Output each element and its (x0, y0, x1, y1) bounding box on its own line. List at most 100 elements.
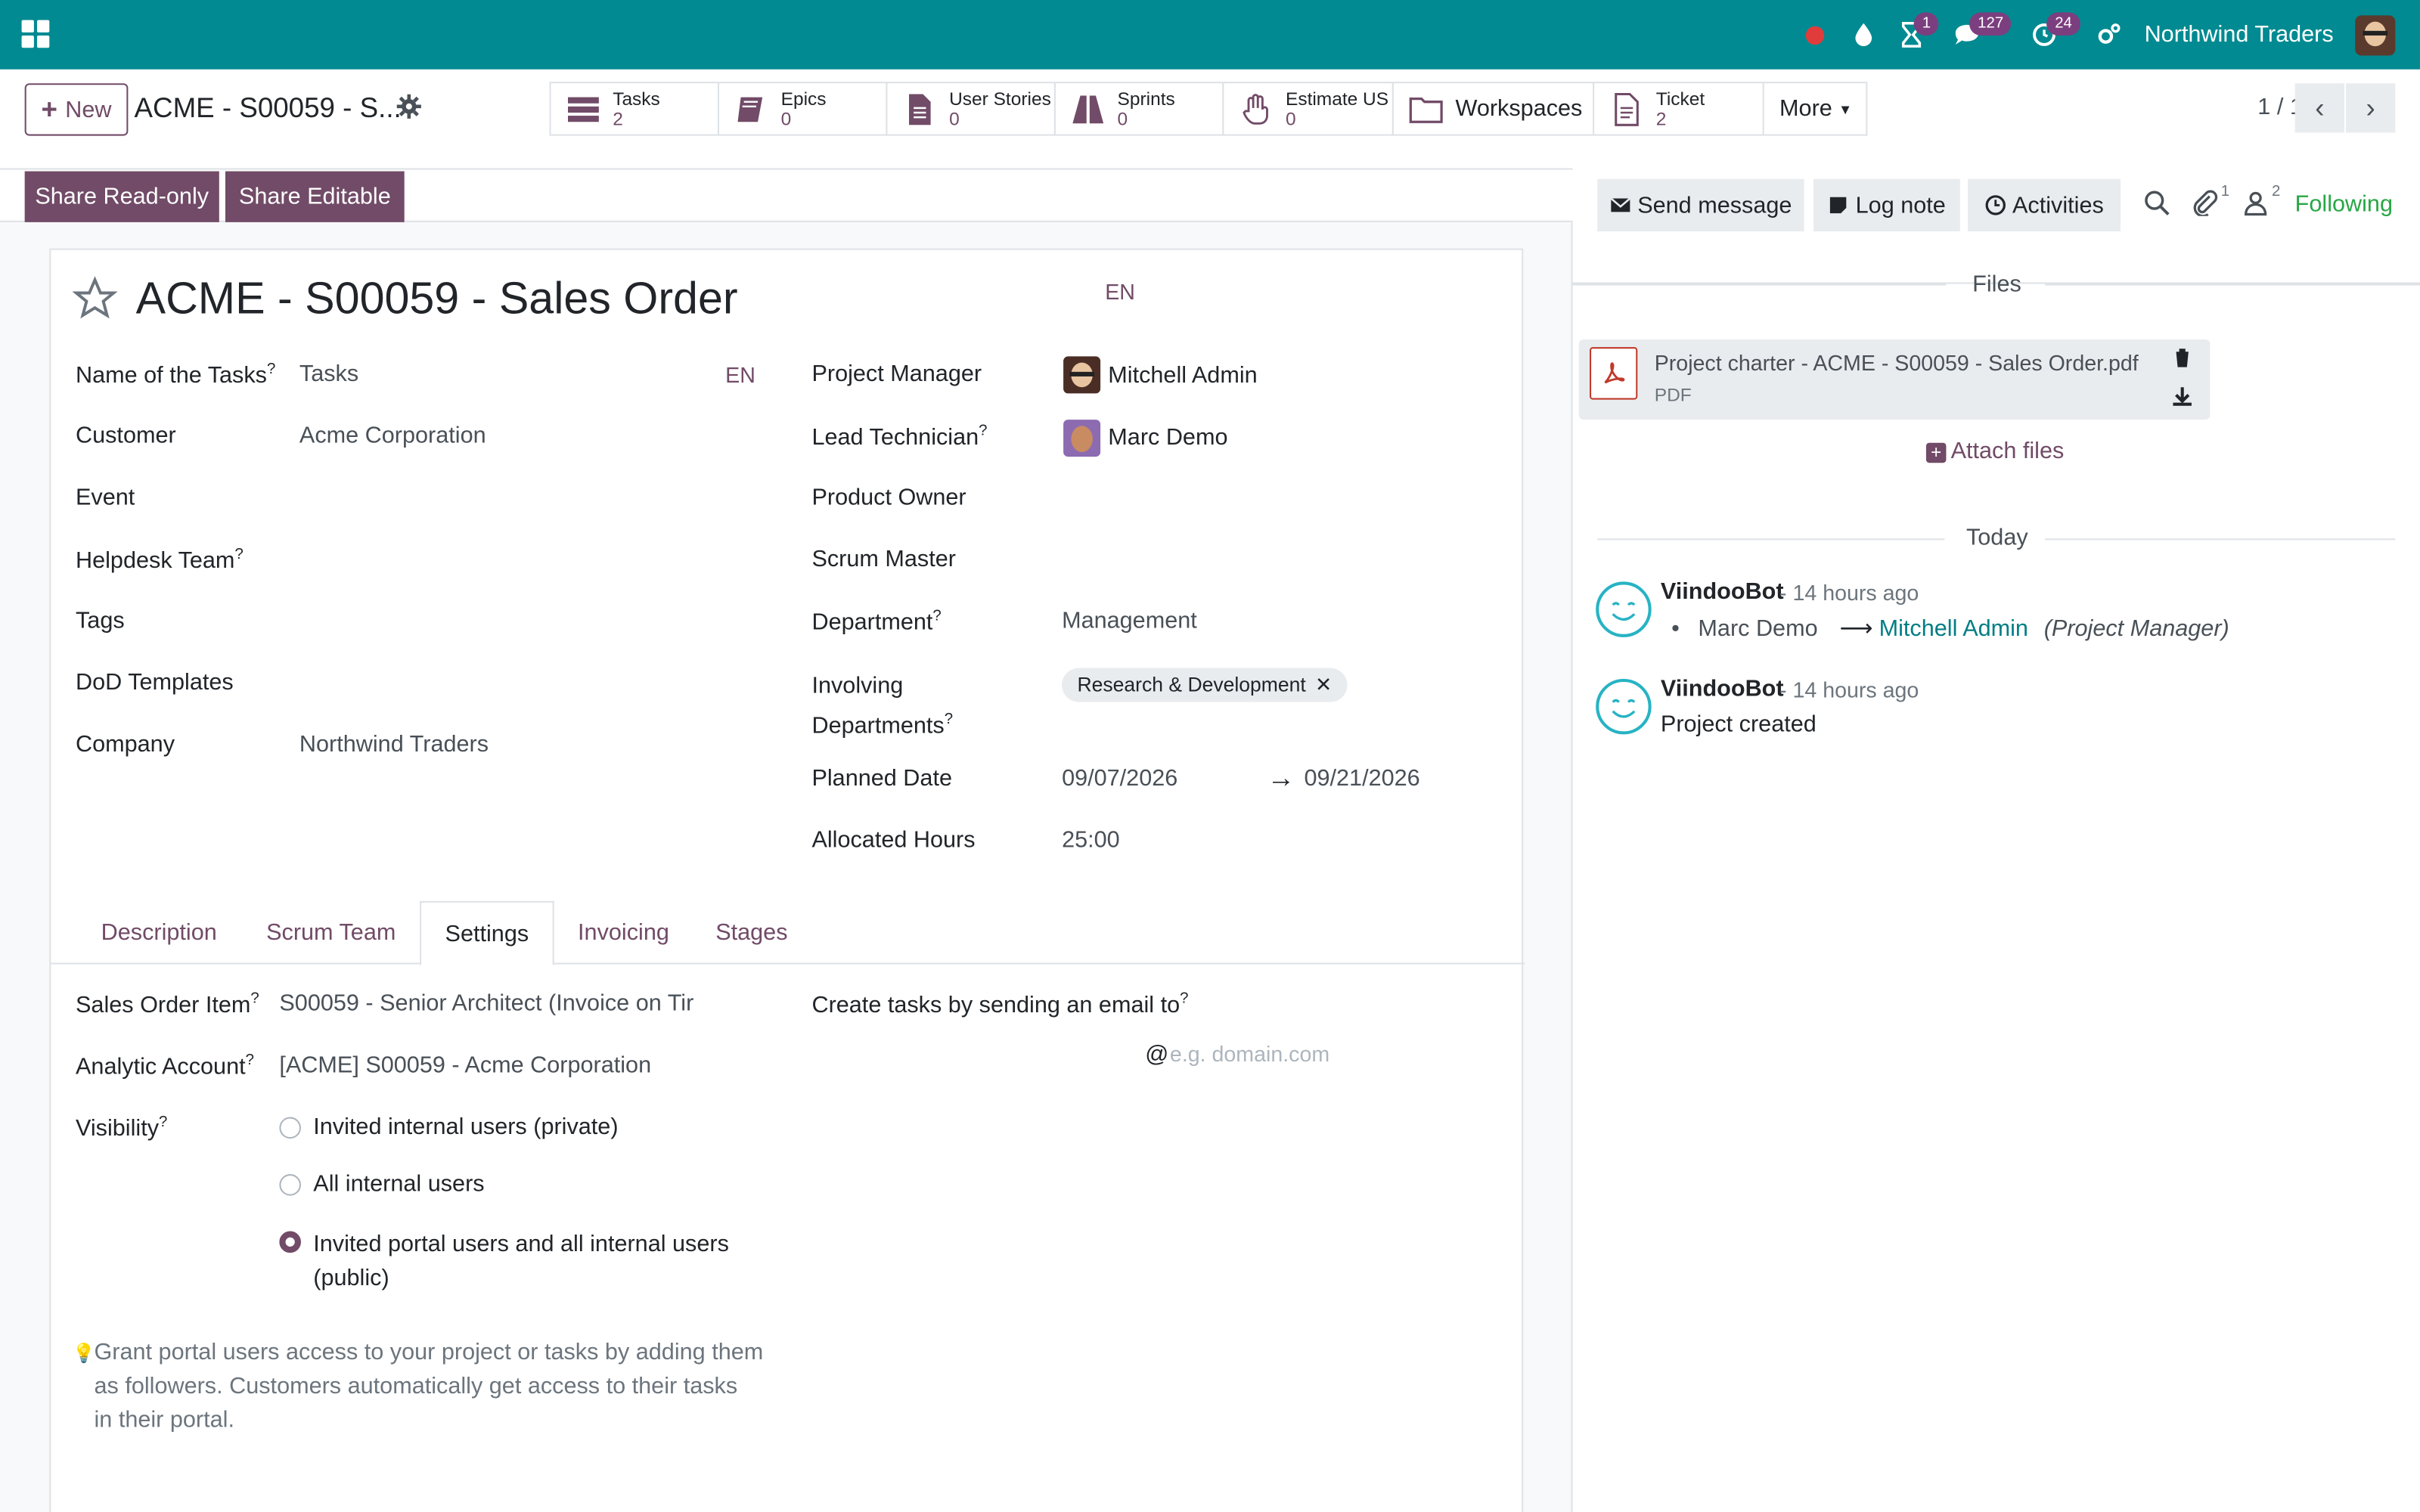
send-message-button[interactable]: Send message (1597, 178, 1804, 232)
tasks-smart-button[interactable]: Tasks 2 (549, 82, 720, 136)
following-button[interactable]: Following (2295, 191, 2393, 218)
lead-technician-label: Lead Technician? (811, 423, 988, 451)
user-avatar[interactable] (2355, 14, 2396, 55)
visibility-public-radio[interactable] (279, 1231, 301, 1253)
workspaces-label: Workspaces (1455, 95, 1583, 122)
sales-order-item-field[interactable]: S00059 - Senior Architect (Invoice on Ti… (279, 990, 693, 1017)
drop-button[interactable] (1841, 0, 1887, 70)
tab-invoicing[interactable]: Invoicing (554, 901, 693, 965)
planned-date-label: Planned Date (811, 765, 952, 792)
project-title[interactable]: ACME - S00059 - Sales Order (136, 274, 738, 325)
event-field[interactable] (299, 485, 747, 516)
attachment-card[interactable]: Project charter - ACME - S00059 - Sales … (1578, 339, 2211, 420)
apps-menu-icon[interactable] (21, 20, 50, 48)
top-navbar: 1 127 24 Northwind Traders (0, 0, 2420, 70)
breadcrumb[interactable]: ACME - S00059 - S... (135, 92, 402, 125)
user-stories-smart-button[interactable]: User Stories 0 (886, 82, 1056, 136)
allocated-hours-field[interactable]: 25:00 (1062, 827, 1120, 854)
message-author[interactable]: ViindooBot (1661, 676, 1784, 702)
settings-button[interactable] (2086, 0, 2132, 70)
gear-icon[interactable] (395, 92, 423, 120)
message-author[interactable]: ViindooBot (1661, 578, 1784, 605)
company-field[interactable]: Northwind Traders (299, 731, 489, 758)
title-lang-button[interactable]: EN (1105, 279, 1135, 304)
activities-button[interactable]: Activities (1968, 178, 2121, 232)
share-editable-button[interactable]: Share Editable (225, 171, 405, 222)
email-alias-label: Create tasks by sending an email to? (811, 990, 1189, 1018)
visibility-private-radio[interactable] (279, 1117, 301, 1139)
pager-previous-button[interactable]: ‹ (2294, 83, 2344, 133)
recording-status[interactable] (1792, 0, 1838, 70)
visibility-public-label[interactable]: Invited portal users and all internal us… (313, 1228, 729, 1296)
tasks-name-field[interactable]: Tasks (299, 361, 358, 388)
tasks-icon (568, 96, 599, 122)
tab-description[interactable]: Description (76, 901, 242, 965)
analytic-account-label: Analytic Account? (75, 1052, 254, 1080)
tasks-name-lang-button[interactable]: EN (725, 363, 755, 388)
estimate-us-smart-button[interactable]: Estimate US 0 (1222, 82, 1394, 136)
visibility-help-text: 💡 Grant portal users access to your proj… (73, 1336, 770, 1438)
company-switcher[interactable]: Northwind Traders (2145, 22, 2334, 48)
trash-icon[interactable] (2173, 347, 2191, 367)
tab-settings[interactable]: Settings (420, 900, 554, 966)
planned-start-date-field[interactable]: 09/07/2026 (1062, 765, 1177, 792)
customer-label: Customer (75, 423, 176, 449)
visibility-label: Visibility? (75, 1114, 168, 1142)
notebook-tabs: Description Scrum Team Settings Invoicin… (51, 900, 1525, 966)
department-field[interactable]: Management (1062, 608, 1197, 634)
helpdesk-team-field[interactable] (299, 546, 747, 577)
company-label: Company (75, 731, 175, 758)
visibility-internal-radio[interactable] (279, 1174, 301, 1196)
email-domain-input[interactable]: e.g. domain.com (1170, 1042, 1478, 1067)
attach-files-button[interactable]: + Attach files (1925, 438, 2064, 464)
lead-technician-field[interactable]: Marc Demo (1108, 424, 1227, 451)
activity-button[interactable]: 1 (1888, 0, 1939, 70)
bullet: • (1671, 615, 1680, 642)
analytic-account-field[interactable]: [ACME] S00059 - Acme Corporation (279, 1052, 651, 1079)
today-divider-left (1597, 538, 1945, 541)
scrum-master-field[interactable] (1062, 546, 1509, 577)
log-note-button[interactable]: Log note (1813, 178, 1960, 232)
new-button[interactable]: + New (24, 83, 129, 136)
bot-avatar (1596, 678, 1652, 735)
visibility-internal-label[interactable]: All internal users (313, 1171, 484, 1198)
customer-field[interactable]: Acme Corporation (299, 423, 486, 449)
scrum-master-label: Scrum Master (811, 546, 956, 573)
timer-button[interactable]: 24 (2021, 0, 2080, 70)
more-label: More (1779, 95, 1832, 122)
planned-end-date-field[interactable]: 09/21/2026 (1304, 765, 1419, 792)
workspaces-smart-button[interactable]: Workspaces (1392, 82, 1595, 136)
chatter-panel: Send message Log note Activities 1 2 Fol… (1572, 168, 2420, 1512)
share-readonly-button[interactable]: Share Read-only (24, 171, 219, 222)
control-panel: + New ACME - S00059 - S... Tasks 2 Epics 0 … (0, 69, 2420, 169)
sprints-smart-button[interactable]: Sprints 0 (1053, 82, 1224, 136)
email-at-sign: @ (1145, 1041, 1169, 1068)
epics-label: Epics (780, 87, 827, 109)
tag-remove-icon[interactable]: ✕ (1315, 673, 1332, 696)
product-owner-field[interactable] (1062, 485, 1509, 516)
followers-icon[interactable] (2242, 190, 2269, 216)
dod-templates-field[interactable] (299, 670, 747, 701)
red-dot-icon (1806, 25, 1826, 45)
clock-icon (1985, 195, 2006, 215)
new-button-label: New (65, 96, 112, 123)
visibility-private-label[interactable]: Invited internal users (private) (313, 1114, 618, 1140)
tab-stages[interactable]: Stages (693, 901, 810, 965)
tab-scrum-team[interactable]: Scrum Team (242, 901, 420, 965)
estimate-us-label: Estimate US (1285, 87, 1389, 109)
more-smart-buttons[interactable]: More ▼ (1762, 82, 1868, 136)
search-icon[interactable] (2144, 190, 2170, 216)
paperclip-icon[interactable] (2192, 190, 2218, 216)
tags-field[interactable] (299, 608, 747, 639)
sprints-label: Sprints (1117, 87, 1175, 109)
messages-button[interactable]: 127 (1944, 0, 2012, 70)
epics-smart-button[interactable]: Epics 0 (717, 82, 888, 136)
ticket-icon (1615, 91, 1639, 125)
sprints-count: 0 (1117, 107, 1128, 129)
ticket-count: 2 (1655, 107, 1667, 129)
download-icon[interactable] (2171, 386, 2193, 407)
ticket-smart-button[interactable]: Ticket 2 (1593, 82, 1764, 136)
project-manager-field[interactable]: Mitchell Admin (1108, 363, 1257, 389)
star-icon[interactable] (72, 276, 118, 321)
pager-next-button[interactable]: › (2346, 83, 2396, 133)
